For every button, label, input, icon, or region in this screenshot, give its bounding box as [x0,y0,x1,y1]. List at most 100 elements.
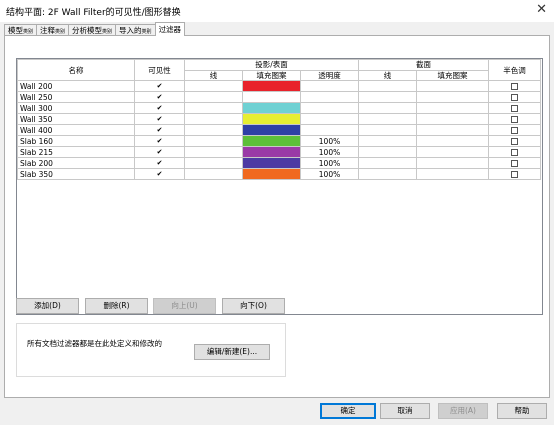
visibility-checkmark-icon[interactable]: ✔ [157,115,163,123]
transparency-cell[interactable] [299,124,360,137]
table-row[interactable]: Wall 200 ✔ [17,80,542,93]
cut-fill-pattern-cell[interactable] [416,91,490,104]
tab-filters[interactable]: 过滤器 [154,22,186,36]
table-row[interactable]: Wall 350 ✔ [17,113,542,126]
visibility-cell[interactable]: ✔ [134,80,185,93]
halftone-checkbox[interactable] [511,105,519,113]
header-cut-fill-pattern[interactable]: 填充图案 [416,69,490,82]
table-row[interactable]: Wall 250 ✔ [17,91,542,104]
transparency-cell[interactable] [299,113,360,126]
cut-fill-pattern-cell[interactable] [416,80,490,93]
cut-fill-pattern-cell[interactable] [416,157,490,170]
projection-lines-cell[interactable] [184,91,243,104]
cut-fill-pattern-cell[interactable] [416,102,490,115]
visibility-checkmark-icon[interactable]: ✔ [157,170,163,178]
add-filter-button[interactable]: 添加(D) [16,298,79,314]
visibility-checkmark-icon[interactable]: ✔ [157,82,163,90]
transparency-cell[interactable] [299,91,360,104]
cut-lines-cell[interactable] [358,157,418,170]
transparency-cell[interactable] [299,102,360,115]
visibility-checkmark-icon[interactable]: ✔ [157,126,163,134]
halftone-checkbox[interactable] [511,94,519,102]
move-down-button[interactable]: 向下(O) [222,298,285,314]
projection-fill-pattern-cell[interactable] [242,80,301,93]
halftone-checkbox[interactable] [511,127,519,135]
projection-lines-cell[interactable] [184,102,243,115]
edit-new-filter-button[interactable]: 编辑/新建(E)... [194,344,270,360]
cut-fill-pattern-cell[interactable] [416,124,490,137]
halftone-cell[interactable] [488,113,542,126]
visibility-cell[interactable]: ✔ [134,157,185,170]
visibility-checkmark-icon[interactable]: ✔ [157,104,163,112]
halftone-checkbox[interactable] [511,138,519,146]
cut-lines-cell[interactable] [358,91,418,104]
projection-lines-cell[interactable] [184,135,243,148]
halftone-checkbox[interactable] [511,83,519,91]
cut-lines-cell[interactable] [358,168,418,181]
projection-lines-cell[interactable] [184,146,243,159]
visibility-cell[interactable]: ✔ [134,124,185,137]
projection-lines-cell[interactable] [184,157,243,170]
halftone-cell[interactable] [488,168,542,181]
projection-fill-pattern-cell[interactable] [242,135,301,148]
ok-button[interactable]: 确定 [320,403,376,419]
halftone-checkbox[interactable] [511,171,519,179]
halftone-cell[interactable] [488,91,542,104]
table-row[interactable]: Wall 400 ✔ [17,124,542,137]
transparency-cell[interactable] [299,80,360,93]
projection-lines-cell[interactable] [184,124,243,137]
transparency-cell[interactable]: 100% [299,135,360,148]
cut-lines-cell[interactable] [358,124,418,137]
cancel-button[interactable]: 取消 [380,403,430,419]
cut-fill-pattern-cell[interactable] [416,168,490,181]
table-row[interactable]: Slab 215 ✔ 100% [17,146,542,159]
halftone-cell[interactable] [488,124,542,137]
halftone-cell[interactable] [488,80,542,93]
filter-name-cell[interactable]: Slab 200 [17,157,135,170]
cut-lines-cell[interactable] [358,135,418,148]
cut-lines-cell[interactable] [358,102,418,115]
cut-lines-cell[interactable] [358,146,418,159]
halftone-checkbox[interactable] [511,116,519,124]
table-row[interactable]: Slab 160 ✔ 100% [17,135,542,148]
halftone-cell[interactable] [488,157,542,170]
filter-name-cell[interactable]: Wall 200 [17,80,135,93]
cut-fill-pattern-cell[interactable] [416,146,490,159]
filter-name-cell[interactable]: Slab 215 [17,146,135,159]
visibility-cell[interactable]: ✔ [134,102,185,115]
header-visibility[interactable]: 可见性 [134,59,185,82]
transparency-cell[interactable]: 100% [299,157,360,170]
projection-fill-pattern-cell[interactable] [242,102,301,115]
visibility-cell[interactable]: ✔ [134,168,185,181]
cut-lines-cell[interactable] [358,113,418,126]
filter-name-cell[interactable]: Wall 300 [17,102,135,115]
header-cut-lines[interactable]: 线 [358,69,418,82]
projection-fill-pattern-cell[interactable] [242,168,301,181]
filter-name-cell[interactable]: Wall 350 [17,113,135,126]
header-projection-fill-pattern[interactable]: 填充图案 [242,69,301,82]
visibility-cell[interactable]: ✔ [134,113,185,126]
visibility-checkmark-icon[interactable]: ✔ [157,159,163,167]
visibility-cell[interactable]: ✔ [134,135,185,148]
halftone-cell[interactable] [488,146,542,159]
move-up-button[interactable]: 向上(U) [153,298,216,314]
halftone-checkbox[interactable] [511,149,519,157]
projection-fill-pattern-cell[interactable] [242,91,301,104]
filter-name-cell[interactable]: Wall 250 [17,91,135,104]
projection-fill-pattern-cell[interactable] [242,124,301,137]
filter-name-cell[interactable]: Slab 160 [17,135,135,148]
projection-lines-cell[interactable] [184,80,243,93]
help-button[interactable]: 帮助 [497,403,547,419]
filter-name-cell[interactable]: Wall 400 [17,124,135,137]
header-transparency[interactable]: 透明度 [299,69,360,82]
halftone-cell[interactable] [488,135,542,148]
transparency-cell[interactable]: 100% [299,168,360,181]
remove-filter-button[interactable]: 删除(R) [85,298,148,314]
visibility-cell[interactable]: ✔ [134,146,185,159]
halftone-checkbox[interactable] [511,160,519,168]
visibility-cell[interactable]: ✔ [134,91,185,104]
cut-fill-pattern-cell[interactable] [416,113,490,126]
apply-button[interactable]: 应用(A) [438,403,488,419]
visibility-checkmark-icon[interactable]: ✔ [157,93,163,101]
filter-name-cell[interactable]: Slab 350 [17,168,135,181]
